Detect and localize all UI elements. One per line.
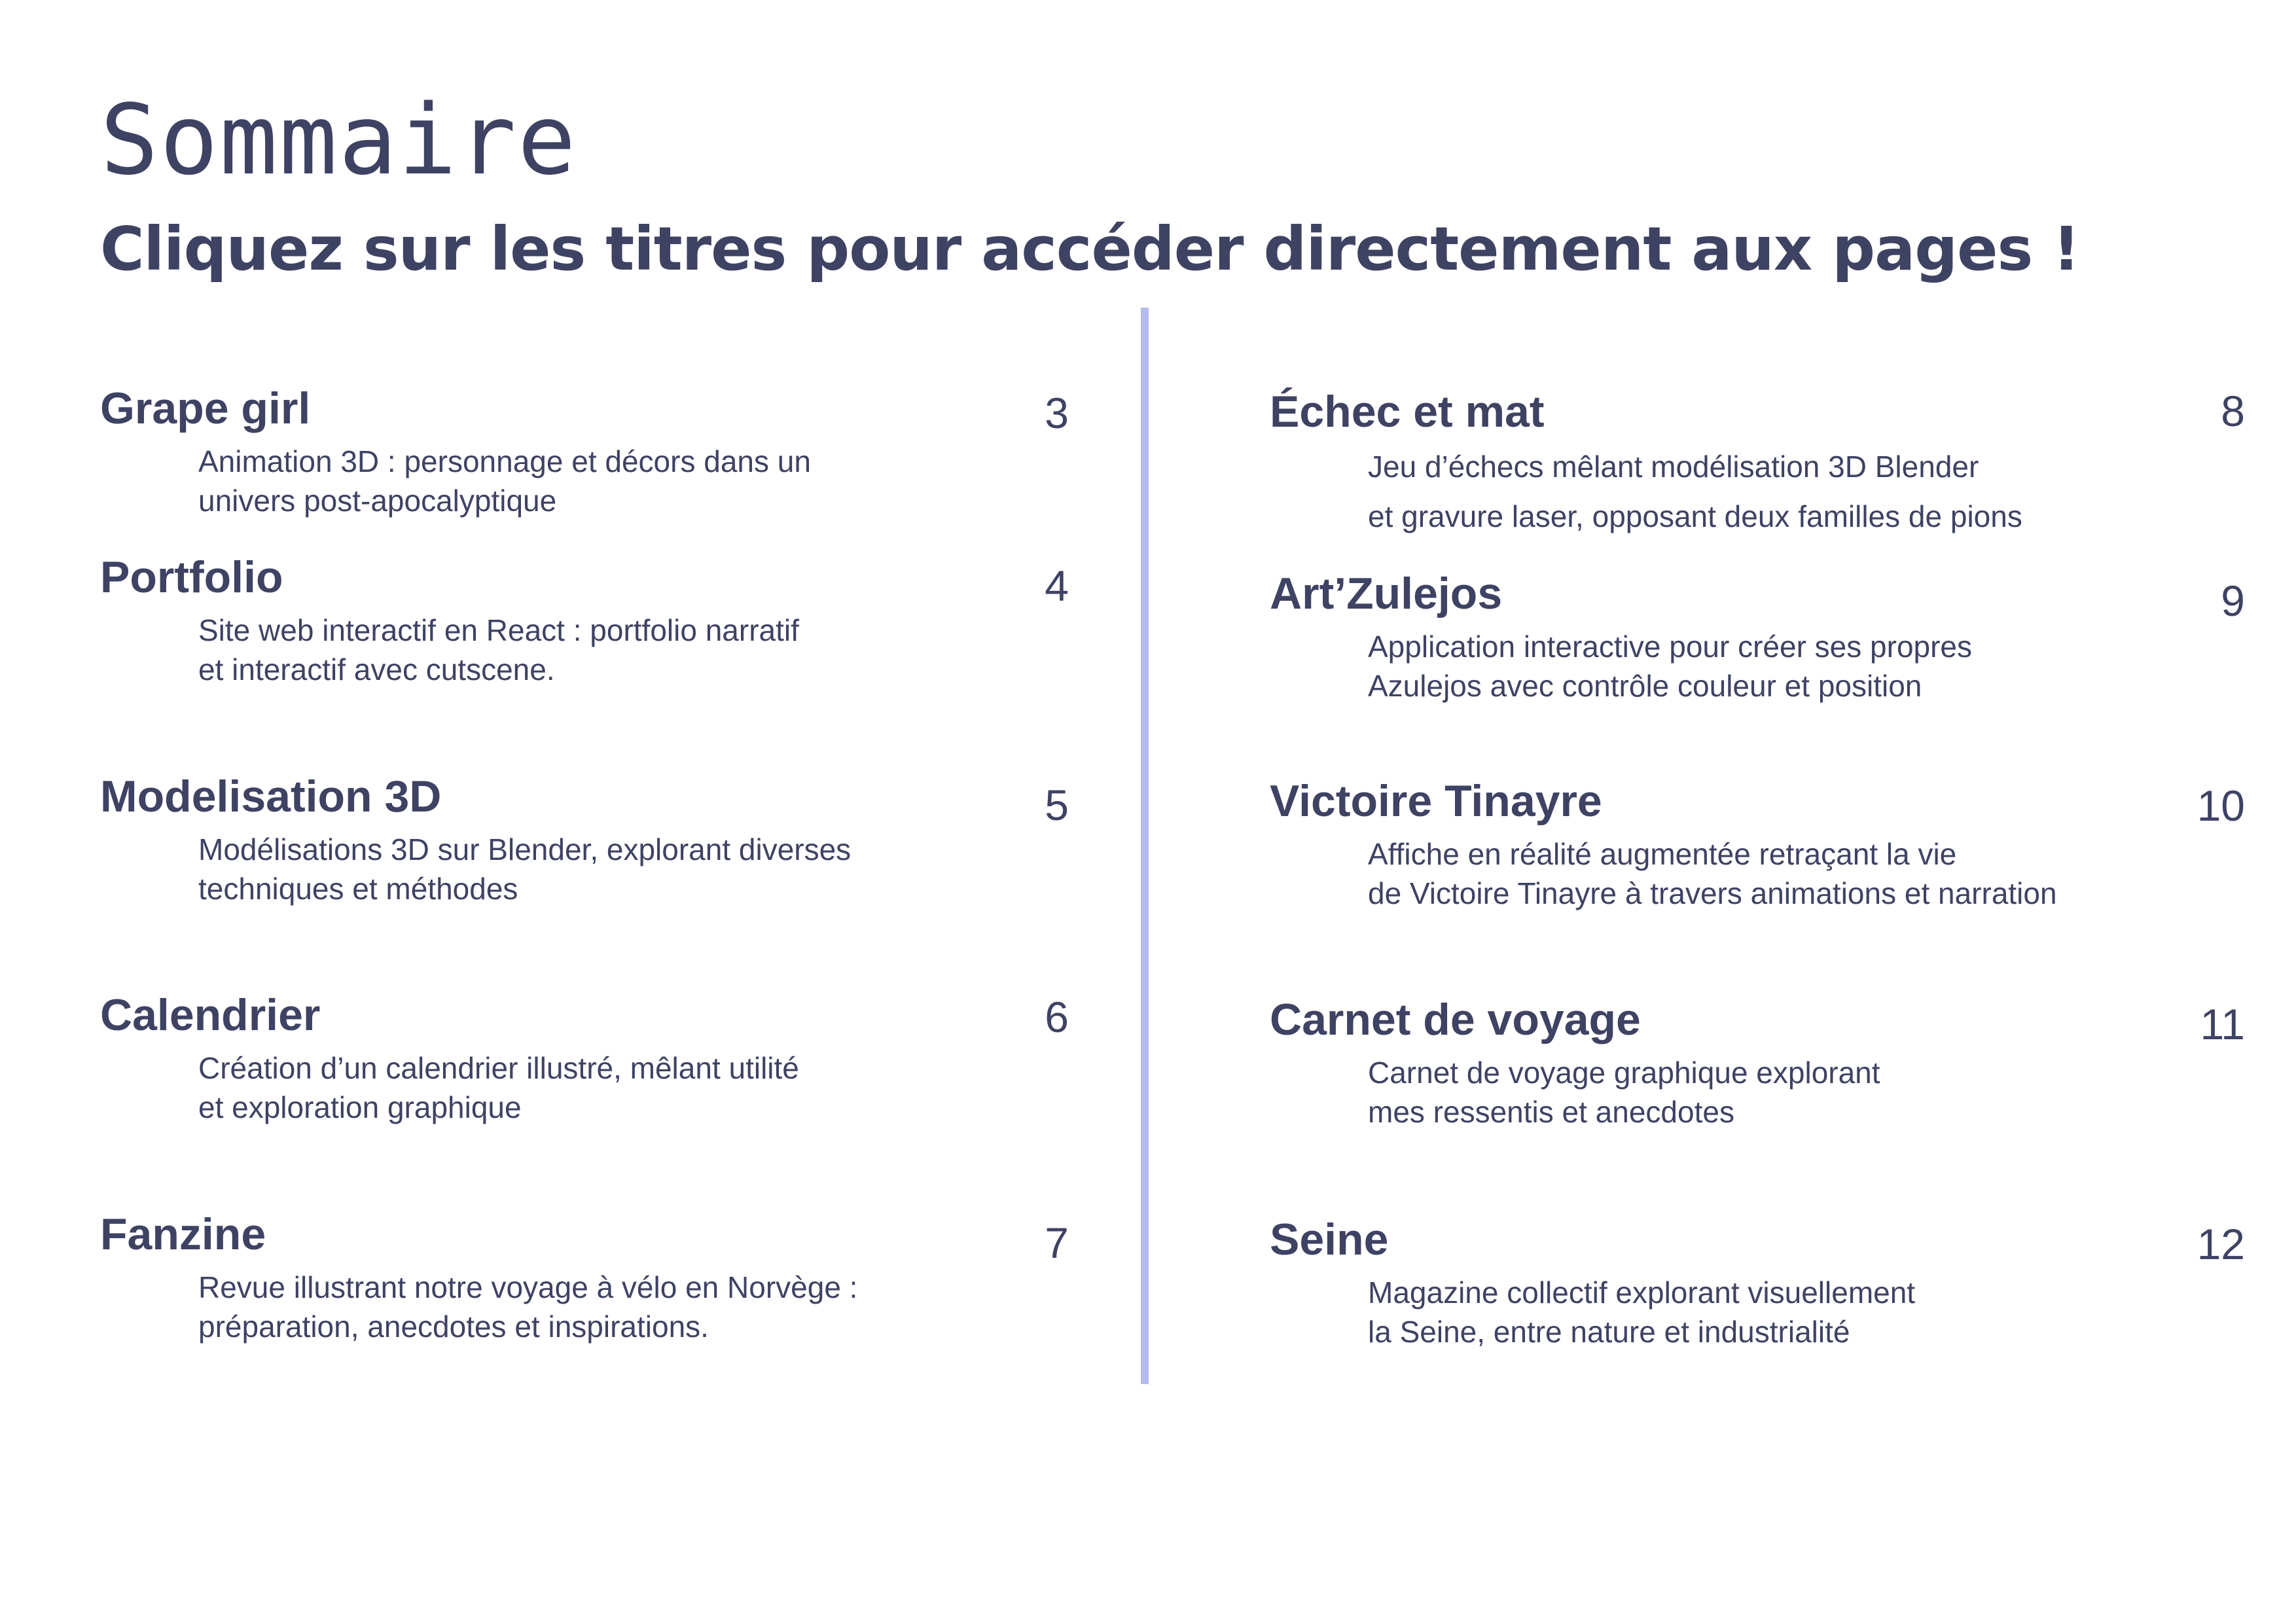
- description-line: Modélisations 3D sur Blender, explorant …: [198, 832, 852, 866]
- description-line: Création d’un calendrier illustré, mêlan…: [198, 1051, 799, 1085]
- description-line: et interactif avec cutscene.: [198, 652, 555, 687]
- description-line: et gravure laser, opposant deux familles…: [1368, 499, 2022, 533]
- description-line: de Victoire Tinayre à travers animations…: [1368, 876, 2057, 910]
- description-line: et exploration graphique: [198, 1090, 522, 1124]
- toc-entry-page-number: 4: [1045, 562, 1069, 610]
- toc-entry-title[interactable]: Échec et mat: [1270, 389, 1545, 434]
- toc-entry-title[interactable]: Seine: [1270, 1217, 1388, 1262]
- description-line: préparation, anecdotes et inspirations.: [198, 1310, 709, 1344]
- page-subtitle: Cliquez sur les titres pour accéder dire…: [100, 214, 2080, 284]
- toc-entry-description: Jeu d’échecs mêlant modélisation 3D Blen…: [1368, 442, 2022, 541]
- toc-entry-description: Animation 3D : personnage et décors dans…: [198, 442, 811, 520]
- description-line: Magazine collectif explorant visuellemen…: [1368, 1275, 1916, 1310]
- description-line: la Seine, entre nature et industrialité: [1368, 1315, 1850, 1349]
- toc-entry-page-number: 11: [2200, 1000, 2245, 1048]
- toc-entry-description: Application interactive pour créer ses p…: [1368, 627, 1972, 705]
- description-line: mes ressentis et anecdotes: [1368, 1095, 1734, 1129]
- toc-entry-title[interactable]: Carnet de voyage: [1270, 997, 1641, 1042]
- toc-entry-description: Revue illustrant notre voyage à vélo en …: [198, 1268, 857, 1346]
- toc-entry-page-number: 12: [2197, 1220, 2245, 1268]
- description-line: Jeu d’échecs mêlant modélisation 3D Blen…: [1368, 450, 1979, 484]
- description-line: Application interactive pour créer ses p…: [1368, 630, 1973, 664]
- toc-entry-title[interactable]: Modelisation 3D: [100, 774, 441, 819]
- toc-entry-title[interactable]: Art’Zulejos: [1270, 571, 1502, 616]
- description-line: Azulejos avec contrôle couleur et positi…: [1368, 669, 1922, 703]
- description-line: univers post-apocalyptique: [198, 484, 557, 518]
- description-line: Revue illustrant notre voyage à vélo en …: [198, 1270, 858, 1304]
- toc-entry-title[interactable]: Calendrier: [100, 993, 320, 1037]
- toc-entry-title[interactable]: Fanzine: [100, 1212, 266, 1257]
- description-line: Affiche en réalité augmentée retraçant l…: [1368, 837, 1957, 871]
- toc-entry-description: Affiche en réalité augmentée retraçant l…: [1368, 834, 2057, 913]
- description-line: techniques et méthodes: [198, 872, 518, 906]
- toc-entry-title[interactable]: Portfolio: [100, 555, 283, 599]
- toc-entry-page-number: 7: [1045, 1219, 1069, 1267]
- toc-entry-page-number: 8: [2221, 387, 2245, 435]
- toc-entry-description: Site web interactif en React : portfolio…: [198, 611, 799, 689]
- page-title: Sommaire: [100, 84, 577, 196]
- toc-entry-description: Carnet de voyage graphique explorant mes…: [1368, 1053, 1880, 1132]
- toc-entry-description: Modélisations 3D sur Blender, explorant …: [198, 830, 851, 908]
- toc-entry-page-number: 3: [1045, 389, 1069, 437]
- toc-entry-page-number: 9: [2221, 577, 2245, 625]
- toc-entry-page-number: 6: [1045, 993, 1069, 1041]
- toc-entry-page-number: 5: [1045, 781, 1069, 829]
- column-divider: [1141, 308, 1149, 1384]
- toc-entry-description: Magazine collectif explorant visuellemen…: [1368, 1273, 1915, 1351]
- toc-entry-description: Création d’un calendrier illustré, mêlan…: [198, 1048, 799, 1127]
- toc-entry-title[interactable]: Grape girl: [100, 386, 310, 431]
- description-line: Site web interactif en React : portfolio…: [198, 613, 799, 647]
- description-line: Carnet de voyage graphique explorant: [1368, 1056, 1880, 1090]
- description-line: Animation 3D : personnage et décors dans…: [198, 444, 811, 478]
- toc-entry-title[interactable]: Victoire Tinayre: [1270, 779, 1602, 823]
- toc-entry-page-number: 10: [2197, 781, 2245, 830]
